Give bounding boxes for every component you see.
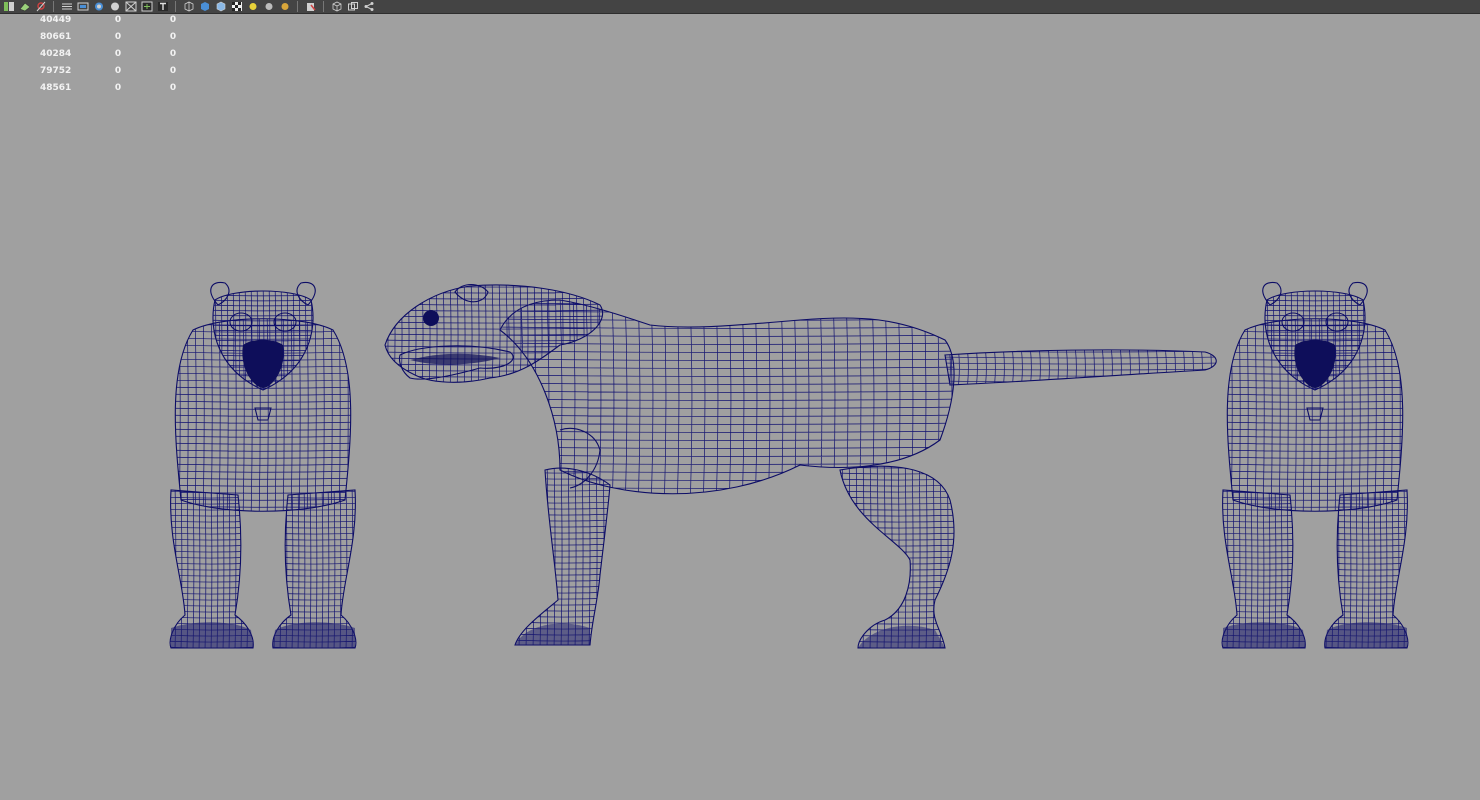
hud-value: 0 [169,66,177,76]
safe-action-icon[interactable] [123,0,138,13]
ear-left [1262,281,1282,306]
hind-paw [858,625,945,648]
hud-value: 40284 [40,49,72,59]
3d-viewport[interactable] [0,15,1480,800]
hud-value: 0 [114,83,122,93]
grid-icon[interactable] [59,0,74,13]
front-view-model[interactable] [163,281,364,650]
hud-value: 0 [169,32,177,42]
hud-value: 48561 [40,83,72,93]
head [384,284,603,383]
front-leg [514,467,611,646]
bookmarks-icon[interactable] [33,0,48,13]
bounding-box-icon[interactable] [329,0,344,13]
mouth [410,353,500,365]
default-light-icon[interactable] [245,0,260,13]
safe-title-icon[interactable] [139,0,154,13]
paw-left [171,622,253,648]
paw-right [273,622,355,648]
hind-leg [839,465,955,649]
paw-left [1223,622,1305,648]
film-gate-icon[interactable] [75,0,90,13]
hud-value: 79752 [40,66,72,76]
xray-icon[interactable] [213,0,228,13]
ambient-occlusion-icon[interactable] [277,0,292,13]
field-chart-icon[interactable] [107,0,122,13]
text-t-icon[interactable] [155,0,170,13]
hud-value: 0 [169,15,177,25]
eye [423,310,439,326]
xray-joints-icon[interactable] [345,0,360,13]
hud-value: 40449 [40,15,72,25]
tail [944,349,1217,386]
torso [499,299,955,495]
viewport-toolbar [0,0,1480,14]
hud-value: 0 [114,32,122,42]
paw-right [1325,622,1407,648]
back-view-model[interactable] [1215,281,1416,650]
toolbar-separator [297,1,298,12]
chest-detail [1306,407,1324,421]
ear-left [210,281,230,306]
toolbar-separator [175,1,176,12]
smooth-shade-icon[interactable] [197,0,212,13]
hud-value: 0 [169,49,177,59]
toolbar-separator [323,1,324,12]
toolbar-separator [53,1,54,12]
chest-detail [254,407,272,421]
wireframe-icon[interactable] [181,0,196,13]
hud-value: 0 [169,83,177,93]
side-view-model[interactable] [380,280,1222,650]
isolate-select-icon[interactable] [303,0,318,13]
hud-value: 0 [114,66,122,76]
hierarchy-icon[interactable] [361,0,376,13]
hud-value: 80661 [40,32,72,42]
texture-icon[interactable] [229,0,244,13]
select-camera-icon[interactable] [1,0,16,13]
camera-attributes-icon[interactable] [17,0,32,13]
shadows-icon[interactable] [261,0,276,13]
resolution-gate-icon[interactable] [91,0,106,13]
front-paw [515,623,590,645]
hud-value: 0 [114,15,122,25]
hud-value: 0 [114,49,122,59]
